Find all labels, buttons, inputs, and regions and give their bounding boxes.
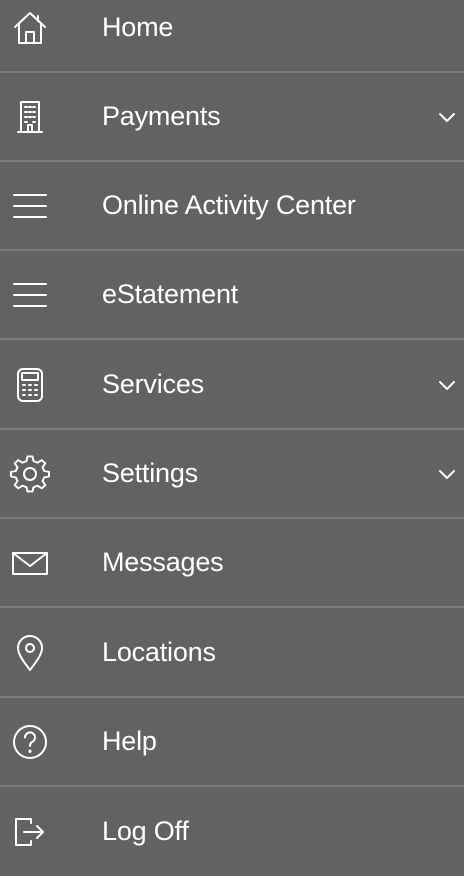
help-icon <box>9 721 51 763</box>
envelope-icon <box>9 542 51 584</box>
menu-item-label: Messages <box>102 547 224 577</box>
menu-item-locations[interactable]: Locations <box>0 609 464 698</box>
menu-item-settings[interactable]: Settings <box>0 430 464 519</box>
menu-item-label: Log Off <box>102 816 189 846</box>
chevron-down-icon[interactable] <box>436 106 458 128</box>
menu-item-label: Locations <box>102 637 216 667</box>
menu-item-label: Online Activity Center <box>102 190 356 220</box>
menu-item-label: Settings <box>102 458 198 488</box>
side-menu: Home Payments Online Activity Center eSt… <box>0 0 464 851</box>
location-pin-icon <box>9 632 51 674</box>
menu-lines-icon <box>9 274 51 316</box>
menu-item-log-off[interactable]: Log Off <box>0 787 464 876</box>
menu-item-home[interactable]: Home <box>0 0 464 73</box>
menu-item-estatement[interactable]: eStatement <box>0 251 464 340</box>
calculator-icon <box>9 364 51 406</box>
menu-item-label: Home <box>102 12 174 42</box>
menu-item-payments[interactable]: Payments <box>0 73 464 162</box>
menu-item-label: Services <box>102 369 204 399</box>
menu-item-label: eStatement <box>102 279 239 309</box>
chevron-down-icon[interactable] <box>436 374 458 396</box>
menu-item-label: Payments <box>102 101 221 131</box>
log-off-icon <box>9 811 51 853</box>
menu-item-label: Help <box>102 726 157 756</box>
menu-item-messages[interactable]: Messages <box>0 519 464 608</box>
menu-lines-icon <box>9 185 51 227</box>
building-icon <box>9 96 51 138</box>
chevron-down-icon[interactable] <box>436 463 458 485</box>
menu-item-help[interactable]: Help <box>0 698 464 787</box>
home-icon <box>9 7 51 49</box>
menu-item-services[interactable]: Services <box>0 341 464 430</box>
gear-icon <box>9 453 51 495</box>
menu-item-online-activity-center[interactable]: Online Activity Center <box>0 162 464 251</box>
